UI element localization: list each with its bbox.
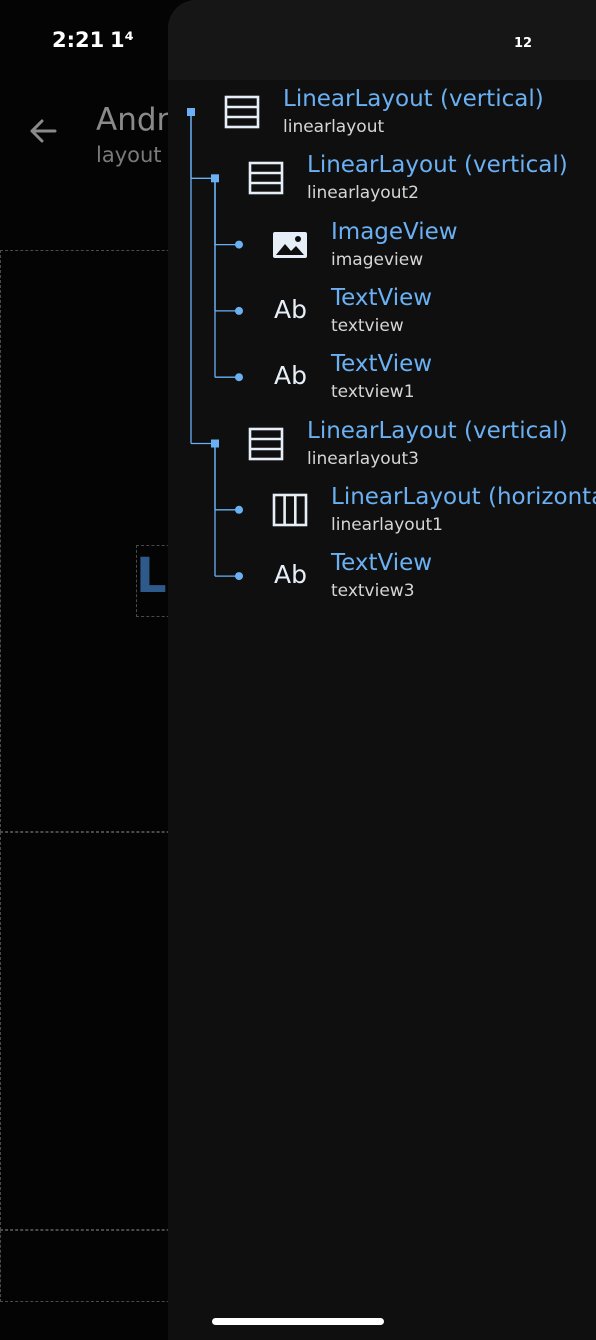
vertical-layout-icon [248, 426, 284, 462]
tree-node-title: TextView [331, 351, 433, 378]
tree-node-id: linearlayout [283, 117, 385, 137]
tree-node-title: TextView [331, 550, 433, 577]
tree-node-marker-dot [235, 240, 243, 249]
text-icon: Ab [274, 560, 307, 590]
tree-node-id: textview3 [331, 581, 415, 602]
tree-node-id: linearlayout3 [307, 448, 419, 469]
tree-node-id: linearlayout2 [307, 183, 419, 204]
horizontal-layout-icon [272, 492, 308, 528]
screen: 2:21 1⁴ 5G 12 Andr layout L LinearLayout… [0, 0, 596, 1340]
text-icon: Ab [274, 294, 307, 324]
tree-node-id: imageview [331, 249, 424, 270]
back-arrow-icon[interactable] [28, 116, 58, 146]
tree-node-id: textview1 [331, 382, 415, 403]
tree-node-title: LinearLayout (vertical) [307, 417, 568, 444]
status-time: 2:21 [52, 28, 105, 52]
tree-node-marker-dot [235, 306, 243, 315]
home-indicator[interactable] [212, 1318, 384, 1325]
editor-subtitle: layout [96, 143, 162, 167]
tree-node-title: LinearLayout (vertical) [307, 152, 568, 179]
tree-node-marker-dot [235, 373, 243, 382]
tree-node-id: textview [331, 315, 404, 336]
text-icon: Ab [274, 361, 307, 391]
tree-node-id: linearlayout1 [331, 514, 443, 535]
notification-count: 1⁴ [110, 28, 134, 52]
tree-node-title: TextView [331, 284, 433, 311]
vertical-layout-icon [248, 160, 284, 196]
tree-node-marker-dot [235, 572, 243, 581]
tree-node-title: LinearLayout (vertical) [283, 86, 544, 112]
component-tree-drawer: LinearLayout (vertical) linearlayout Linea… [168, 0, 596, 1340]
battery-level: 12 [513, 35, 533, 51]
vertical-layout-icon [224, 94, 260, 130]
tree-node-marker-dot [235, 505, 243, 514]
tree-node-title: LinearLayout (horizonta [331, 483, 596, 510]
canvas-textview-text: L [136, 548, 167, 604]
image-icon [272, 227, 308, 263]
editor-title: Andr [96, 102, 170, 138]
tree-node-title: ImageView [331, 218, 458, 245]
